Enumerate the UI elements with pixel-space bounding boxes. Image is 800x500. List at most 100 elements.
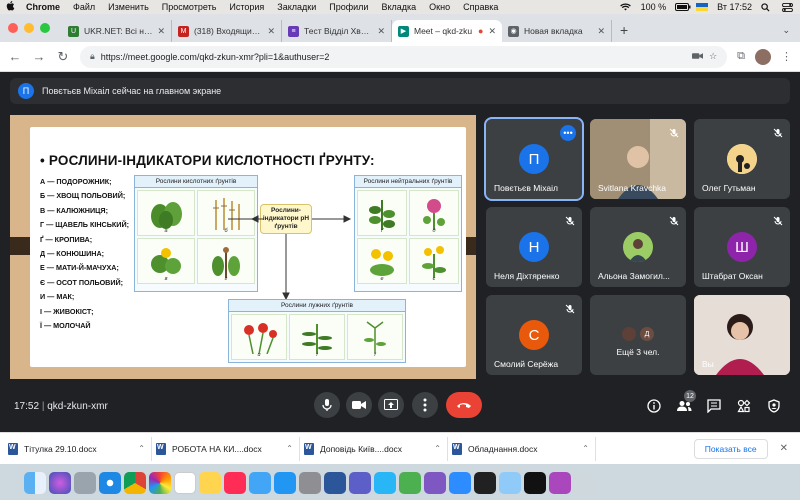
chrome-menu-icon[interactable]: ⋮ <box>781 50 792 63</box>
apple-icon[interactable] <box>6 0 16 14</box>
zoom-icon[interactable] <box>449 472 471 494</box>
chat-icon[interactable] <box>706 398 722 414</box>
word-icon[interactable] <box>324 472 346 494</box>
plant-cell: є <box>409 238 459 284</box>
safari-icon[interactable] <box>99 472 121 494</box>
menu-help[interactable]: Справка <box>463 2 498 12</box>
reload-icon[interactable]: ↻ <box>56 49 70 65</box>
chevron-up-icon[interactable]: ⌃ <box>138 444 145 453</box>
chrome-icon[interactable] <box>124 472 146 494</box>
leave-call-button[interactable] <box>446 392 482 418</box>
new-tab-button[interactable]: + <box>612 22 636 42</box>
zoom-window-button[interactable] <box>40 23 50 33</box>
browser-tab-meet[interactable]: ▶ Meet – qkd-zku ● ✕ <box>392 20 502 42</box>
self-view-tile[interactable]: Вы <box>694 295 790 375</box>
close-tab-icon[interactable]: ✕ <box>597 26 605 37</box>
address-bar[interactable]: 🔒︎ https://meet.google.com/qkd-zkun-xmr?… <box>80 45 728 68</box>
participant-tile[interactable]: Олег Гутьман <box>694 119 790 199</box>
participant-tile[interactable]: Svitlana Kravchka <box>590 119 686 199</box>
tab-search-chevron-icon[interactable]: ⌄ <box>782 25 790 42</box>
close-tab-icon[interactable]: ✕ <box>377 26 385 37</box>
participant-tile[interactable]: Н Неля Діхтяренко <box>486 207 582 287</box>
more-options-button[interactable] <box>412 392 438 418</box>
forward-arrow-icon[interactable]: → <box>32 49 46 64</box>
photos-icon[interactable] <box>149 472 171 494</box>
camera-button[interactable] <box>346 392 372 418</box>
menu-history[interactable]: История <box>229 2 264 12</box>
close-window-button[interactable] <box>8 23 18 33</box>
plant-letter: ї <box>374 352 376 358</box>
download-item[interactable]: Тітулка 29.10.docx ⌃ <box>8 436 152 461</box>
battery-icon[interactable] <box>675 3 691 11</box>
participant-tile[interactable]: С Смолий Серёжа <box>486 295 582 375</box>
control-center-icon[interactable] <box>782 3 794 13</box>
system-settings-icon[interactable] <box>299 472 321 494</box>
menu-window[interactable]: Окно <box>429 2 450 12</box>
menu-edit[interactable]: Изменить <box>108 2 149 12</box>
participant-tile[interactable]: Ш Штабрат Оксан <box>694 207 790 287</box>
host-controls-icon[interactable] <box>766 398 782 414</box>
utorrent-icon[interactable] <box>399 472 421 494</box>
bookmark-star-icon[interactable]: ☆ <box>709 51 717 62</box>
launchpad-icon[interactable] <box>74 472 96 494</box>
download-item[interactable]: Обладнання.docx ⌃ <box>452 436 596 461</box>
download-item[interactable]: РОБОТА НА КИ....docx ⌃ <box>156 436 300 461</box>
terminal-icon[interactable] <box>474 472 496 494</box>
show-all-downloads-button[interactable]: Показать все <box>693 438 768 459</box>
lock-icon[interactable]: 🔒︎ <box>90 51 95 62</box>
appstore-icon[interactable] <box>274 472 296 494</box>
podcasts-icon[interactable] <box>549 472 571 494</box>
menu-view[interactable]: Просмотреть <box>162 2 217 12</box>
close-tab-icon[interactable]: ✕ <box>157 26 165 37</box>
participant-tile[interactable]: ••• П Повєтьєв Міхаіл <box>484 117 584 201</box>
wifi-icon[interactable] <box>619 3 632 11</box>
calendar-icon[interactable] <box>174 472 196 494</box>
close-tab-icon[interactable]: ✕ <box>488 26 496 37</box>
chevron-up-icon[interactable]: ⌃ <box>286 444 293 453</box>
close-tab-icon[interactable]: ✕ <box>267 26 275 37</box>
trash-icon[interactable] <box>574 472 596 494</box>
music-icon[interactable] <box>224 472 246 494</box>
chevron-up-icon[interactable]: ⌃ <box>434 444 441 453</box>
menu-profiles[interactable]: Профили <box>329 2 368 12</box>
minimize-window-button[interactable] <box>24 23 34 33</box>
mail-icon[interactable] <box>249 472 271 494</box>
spotlight-search-icon[interactable] <box>761 3 773 12</box>
url-text[interactable]: https://meet.google.com/qkd-zkun-xmr?pli… <box>101 52 330 62</box>
menu-file[interactable]: Файл <box>73 2 95 12</box>
ukraine-flag-icon[interactable] <box>696 3 709 11</box>
download-item[interactable]: Доповідь Київ....docx ⌃ <box>304 436 448 461</box>
menu-app-chrome[interactable]: Chrome <box>26 2 60 12</box>
preview-icon[interactable] <box>499 472 521 494</box>
browser-tab-gmail[interactable]: M (318) Входящие - l ✕ <box>172 20 282 42</box>
browser-tab-forms[interactable]: ≡ Тест Відділ Хвощен ✕ <box>282 20 392 42</box>
chevron-up-icon[interactable]: ⌃ <box>582 444 589 453</box>
browser-tab-ukrnet[interactable]: U UKR.NET: Всі новини ✕ <box>62 20 172 42</box>
teams-icon[interactable] <box>349 472 371 494</box>
camera-in-use-icon[interactable] <box>692 52 704 62</box>
finder-icon[interactable] <box>24 472 46 494</box>
back-arrow-icon[interactable]: ← <box>8 49 22 64</box>
close-downloads-icon[interactable]: ✕ <box>780 443 788 454</box>
participant-tile[interactable]: Альона Замогил... <box>590 207 686 287</box>
tab-title: Новая вкладка <box>524 26 583 36</box>
gmail-favicon-icon: M <box>178 25 189 37</box>
menu-tab[interactable]: Вкладка <box>381 2 416 12</box>
extension-puzzle-icon[interactable]: ⧉ <box>737 50 745 63</box>
telegram-icon[interactable] <box>374 472 396 494</box>
tv-icon[interactable] <box>524 472 546 494</box>
microphone-button[interactable] <box>314 392 340 418</box>
activities-icon[interactable] <box>736 398 752 414</box>
menu-bookmarks[interactable]: Закладки <box>277 2 316 12</box>
more-options-icon[interactable]: ••• <box>560 125 576 141</box>
meeting-details-icon[interactable] <box>646 398 662 414</box>
browser-tab-new[interactable]: ◉ Новая вкладка ✕ <box>502 20 612 42</box>
present-now-button[interactable] <box>378 392 404 418</box>
presentation-stage[interactable]: • РОСЛИНИ-ІНДИКАТОРИ КИСЛОТНОСТІ ҐРУНТУ:… <box>10 115 476 379</box>
viber-icon[interactable] <box>424 472 446 494</box>
siri-icon[interactable] <box>49 472 71 494</box>
notes-icon[interactable] <box>199 472 221 494</box>
menubar-clock[interactable]: Вт 17:52 <box>717 2 752 12</box>
more-participants-tile[interactable]: Д Ещё 3 чел. <box>590 295 686 375</box>
profile-avatar[interactable] <box>755 48 771 65</box>
